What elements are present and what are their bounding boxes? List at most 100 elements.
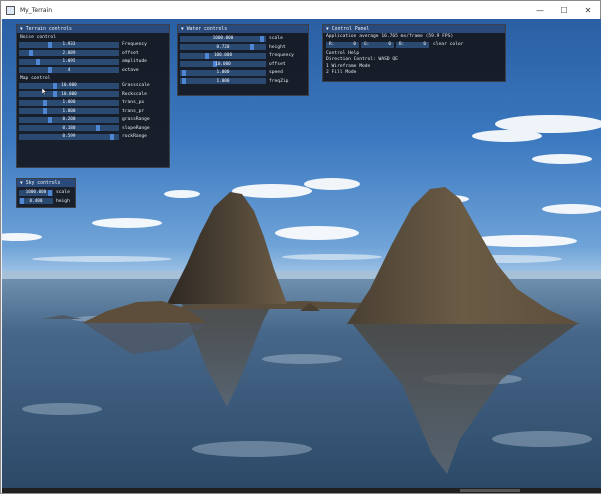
slider-row: 1000.000 scale — [180, 35, 308, 43]
slider-value: 1000.000 — [25, 190, 47, 196]
slider-value: 10.000 — [61, 83, 77, 89]
slider-grab-handle[interactable] — [36, 58, 41, 65]
help-line: 2 Fill Mode — [326, 70, 357, 75]
collapse-arrow-icon[interactable]: ▼ — [20, 27, 23, 32]
slider-trans_px[interactable]: 1.000 — [19, 99, 119, 106]
clear-color-b[interactable]: B: 0 — [396, 41, 429, 48]
slider-label: speed — [269, 70, 283, 76]
slider-grab-handle[interactable] — [47, 116, 52, 123]
slider-grab-handle[interactable] — [47, 41, 52, 48]
clear-color-row: R: 0 G: 0 B: 0 clear color — [326, 41, 502, 48]
app-window: My_Terrain — ☐ ✕ ▼ Terrain controls Nois… — [0, 0, 601, 494]
slider-height[interactable]: 0.720 — [180, 44, 266, 51]
control-panel: ▼ Control Panel Application average 16.7… — [322, 24, 506, 82]
slider-label: Frequency — [122, 42, 147, 48]
slider-offset[interactable]: 10.000 — [180, 61, 266, 68]
slider-label: scale — [56, 190, 70, 196]
maximize-button[interactable]: ☐ — [552, 1, 576, 19]
slider-value: 2.089 — [62, 50, 76, 56]
slider-grab-handle[interactable] — [52, 91, 57, 98]
slider-label: trans_pr — [122, 108, 145, 114]
collapse-arrow-icon[interactable]: ▼ — [20, 181, 23, 186]
slider-grab-handle[interactable] — [47, 67, 52, 74]
slider-freqzip[interactable]: 1.000 — [180, 78, 266, 85]
window-controls: — ☐ ✕ — [528, 1, 600, 19]
terrain-panel-header[interactable]: ▼ Terrain controls — [17, 25, 169, 33]
slider-label: rockRange — [122, 134, 147, 140]
slider-value: 1.095 — [62, 59, 76, 65]
slider-label: Rockscale — [122, 91, 147, 97]
slider-row: 1.095 amplitude — [19, 58, 169, 66]
water-controls-panel: ▼ Water controls 1000.000 scale 0.720 heigh… — [177, 24, 309, 96]
slider-grab-handle[interactable] — [48, 189, 53, 196]
slider-value: 1.000 — [216, 78, 230, 84]
slider-grab-handle[interactable] — [249, 44, 254, 51]
slider-value: 4 — [67, 67, 71, 73]
slider-row: 1000.000 scale — [19, 189, 75, 197]
control-panel-header[interactable]: ▼ Control Panel — [323, 25, 505, 33]
slider-grab-handle[interactable] — [182, 78, 187, 85]
slider-label: Grassscale — [122, 83, 150, 89]
slider-grassscale[interactable]: 10.000 — [19, 82, 119, 89]
slider-grab-handle[interactable] — [52, 82, 57, 89]
slider-rockscale[interactable]: 10.000 — [19, 91, 119, 98]
slider-value: 0.180 — [62, 125, 76, 131]
slider-grab-handle[interactable] — [28, 50, 33, 57]
slider-grab-handle[interactable] — [182, 69, 187, 76]
slider-grab-handle[interactable] — [43, 108, 47, 115]
sky-panel-header[interactable]: ▼ Sky controls — [17, 179, 75, 187]
title-bar[interactable]: My_Terrain — ☐ ✕ — [1, 1, 600, 19]
slider-frequency[interactable]: 1.933 — [19, 41, 119, 48]
slider-value: 0.720 — [216, 44, 230, 50]
slider-grab-handle[interactable] — [259, 35, 264, 42]
control-panel-title: Control Panel — [331, 26, 370, 32]
slider-grab-handle[interactable] — [20, 198, 25, 205]
slider-value: 0.599 — [62, 134, 76, 140]
water-panel-header[interactable]: ▼ Water controls — [178, 25, 308, 33]
slider-grab-handle[interactable] — [43, 99, 47, 106]
slider-row: 0.599 rockRange — [19, 133, 169, 141]
slider-row: 4 octave — [19, 67, 169, 75]
slider-heigh[interactable]: 0.400 — [19, 198, 53, 205]
slider-rockrange[interactable]: 0.599 — [19, 133, 119, 140]
render-viewport[interactable]: ▼ Terrain controls Noise control 1.933 Fr… — [2, 19, 601, 493]
slider-grab-handle[interactable] — [110, 133, 115, 140]
sky-panel-title: Sky controls — [25, 180, 61, 186]
slider-row: 1.933 Frequency — [19, 41, 169, 49]
clear-color-g[interactable]: G: 0 — [361, 41, 394, 48]
slider-value: 100.000 — [213, 53, 233, 59]
slider-grab-handle[interactable] — [204, 52, 209, 59]
slider-scale[interactable]: 1000.000 — [180, 35, 266, 42]
slider-frequency[interactable]: 100.000 — [180, 52, 266, 59]
slider-label: heigh — [56, 198, 70, 204]
collapse-arrow-icon[interactable]: ▼ — [326, 27, 329, 32]
slider-row: 0.400 heigh — [19, 198, 75, 206]
clear-color-r[interactable]: R: 0 — [326, 41, 359, 48]
noise-section-label: Noise control — [20, 35, 56, 40]
slider-sloperange[interactable]: 0.180 — [19, 125, 119, 132]
slider-row: 1.000 trans_pr — [19, 108, 169, 116]
mountain-left — [167, 192, 287, 304]
slider-value: 10.000 — [215, 61, 231, 67]
slider-grab-handle[interactable] — [95, 125, 100, 132]
slider-offset[interactable]: 2.089 — [19, 50, 119, 57]
app-icon — [6, 5, 15, 15]
slider-row: 10.000 offset — [180, 61, 308, 69]
slider-octave[interactable]: 4 — [19, 67, 119, 74]
slider-row: 1.000 trans_px — [19, 99, 169, 107]
slider-amplitude[interactable]: 1.095 — [19, 58, 119, 65]
slider-row: 2.089 offset — [19, 50, 169, 58]
slider-row: 1.000 freqZip — [180, 78, 308, 86]
minimize-button[interactable]: — — [528, 1, 552, 19]
slider-value: 1000.000 — [212, 36, 234, 42]
slider-label: offset — [269, 61, 286, 67]
slider-trans_pr[interactable]: 1.000 — [19, 108, 119, 115]
slider-speed[interactable]: 1.000 — [180, 69, 266, 76]
slider-scale[interactable]: 1000.000 — [19, 189, 53, 196]
collapse-arrow-icon[interactable]: ▼ — [181, 27, 184, 32]
slider-row: 0.180 slopeRange — [19, 125, 169, 133]
slider-grassrange[interactable]: 0.200 — [19, 116, 119, 123]
window-title: My_Terrain — [20, 6, 53, 14]
close-button[interactable]: ✕ — [576, 1, 600, 19]
slider-value: 1.000 — [62, 108, 76, 114]
